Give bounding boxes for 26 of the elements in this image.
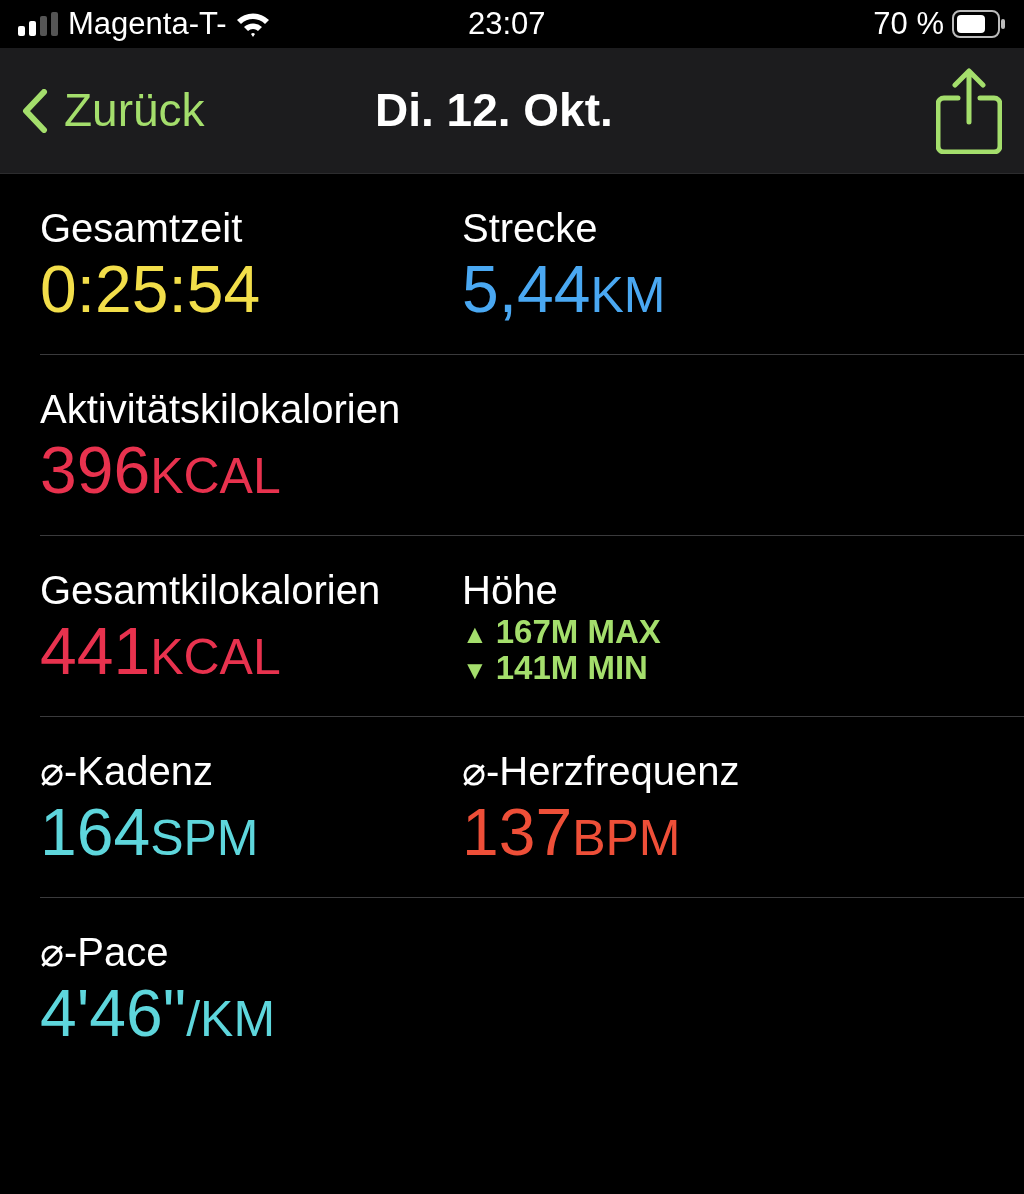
battery-percent: 70 % xyxy=(873,4,944,43)
metric-label: Gesamtzeit xyxy=(40,205,244,252)
metric-label: ⌀-Herzfrequenz xyxy=(462,747,741,795)
metric-value: 396KCAL xyxy=(40,432,282,509)
metric-label: Strecke xyxy=(462,205,599,252)
metric-value: 164SPM xyxy=(40,794,260,871)
metric-value: 137BPM xyxy=(462,794,682,871)
metric-label: ⌀-Pace xyxy=(40,928,170,976)
carrier-name: Magenta-T- xyxy=(68,4,227,43)
chevron-left-icon xyxy=(22,88,48,133)
metric-value: 5,44KM xyxy=(462,252,667,328)
battery-icon xyxy=(952,10,1006,38)
metric-value: 0:25:54 xyxy=(40,252,262,328)
back-button[interactable]: Zurück xyxy=(22,76,205,145)
metric-label: Aktivitätskilokalorien xyxy=(40,385,402,433)
metric-label: Gesamtkilokalorien xyxy=(40,566,382,614)
share-icon[interactable] xyxy=(936,67,1002,154)
range-value: ▲ 167M MAX xyxy=(462,613,662,651)
signal-icon xyxy=(18,12,60,36)
page-title: Di. 12. Okt. xyxy=(375,83,613,138)
metric-label: ⌀-Kadenz xyxy=(40,747,214,795)
metric-label: Höhe xyxy=(462,566,559,614)
range-value: ▼ 141M MIN xyxy=(462,650,649,687)
metric-value: 4'46"/KM xyxy=(40,975,277,1052)
status-time: 23:07 xyxy=(468,4,546,43)
metric-value: 441KCAL xyxy=(40,613,282,690)
